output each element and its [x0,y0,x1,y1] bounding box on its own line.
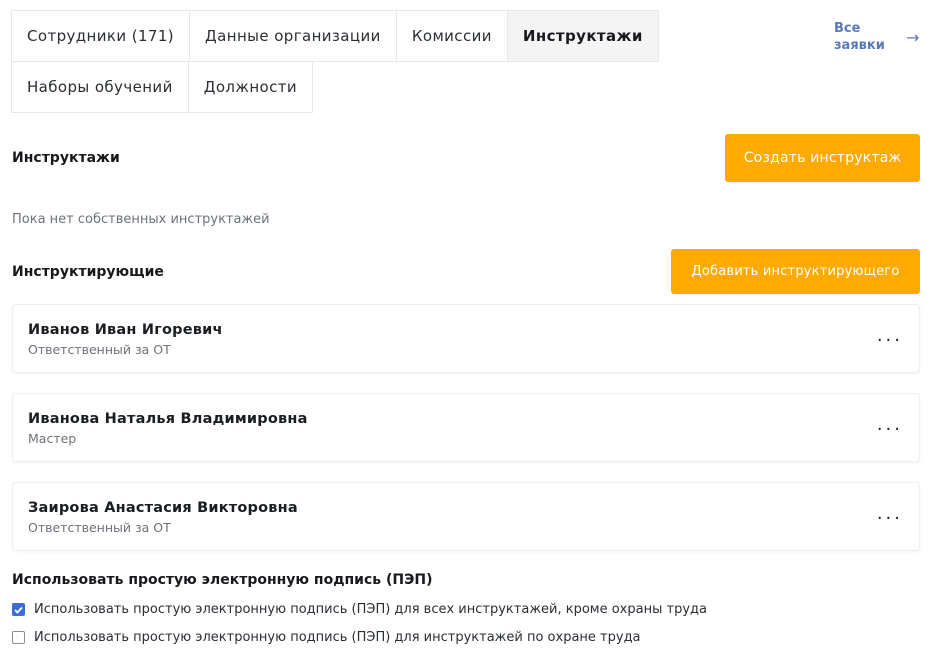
pep-title: Использовать простую электронную подпись… [12,572,433,588]
tab-commissions[interactable]: Комиссии [395,10,508,62]
briefings-title: Инструктажи [12,150,120,166]
tab-briefings[interactable]: Инструктажи [506,10,659,62]
tab-row-2: Наборы обучений Должности [11,61,654,113]
instructor-role: Ответственный за ОТ [28,520,171,535]
arrow-right-icon: → [906,27,920,47]
instructor-role: Мастер [28,431,77,446]
all-requests-link[interactable]: Все заявки → [834,20,919,54]
instructor-role: Ответственный за ОТ [28,342,171,357]
add-instructor-button[interactable]: Добавить инструктирующего [671,249,920,294]
pep-option-label: Использовать простую электронную подпись… [34,630,641,645]
tab-positions[interactable]: Должности [187,61,314,113]
instructor-card: Заирова Анастасия Викторовна Ответственн… [12,482,920,551]
instructor-card: Иванова Наталья Владимировна Мастер ... [12,393,920,462]
more-menu-icon[interactable]: ... [877,505,903,523]
checkbox-unchecked[interactable] [12,631,25,644]
check-icon [14,606,23,614]
pep-option-labor-safety: Использовать простую электронную подпись… [12,630,641,645]
more-menu-icon[interactable]: ... [877,416,903,434]
tab-bar: Сотрудники (171) Данные организации Коми… [11,10,659,113]
checkbox-checked[interactable] [12,603,25,616]
empty-briefings-text: Пока нет собственных инструктажей [12,212,270,227]
create-briefing-button[interactable]: Создать инструктаж [725,134,920,182]
tab-employees[interactable]: Сотрудники (171) [11,10,191,62]
tab-training-sets[interactable]: Наборы обучений [11,61,189,113]
tab-organization-data[interactable]: Данные организации [189,10,397,62]
more-menu-icon[interactable]: ... [877,327,903,345]
tab-row-1: Сотрудники (171) Данные организации Коми… [11,10,659,62]
instructors-title: Инструктирующие [12,264,164,280]
instructor-name: Иванова Наталья Владимировна [28,411,308,427]
instructor-card: Иванов Иван Игоревич Ответственный за ОТ… [12,304,920,373]
pep-option-label: Использовать простую электронную подпись… [34,602,707,617]
all-requests-label: Все заявки [834,21,885,53]
instructor-name: Заирова Анастасия Викторовна [28,500,298,516]
instructor-name: Иванов Иван Игоревич [28,322,223,338]
pep-option-except-labor-safety: Использовать простую электронную подпись… [12,602,707,617]
